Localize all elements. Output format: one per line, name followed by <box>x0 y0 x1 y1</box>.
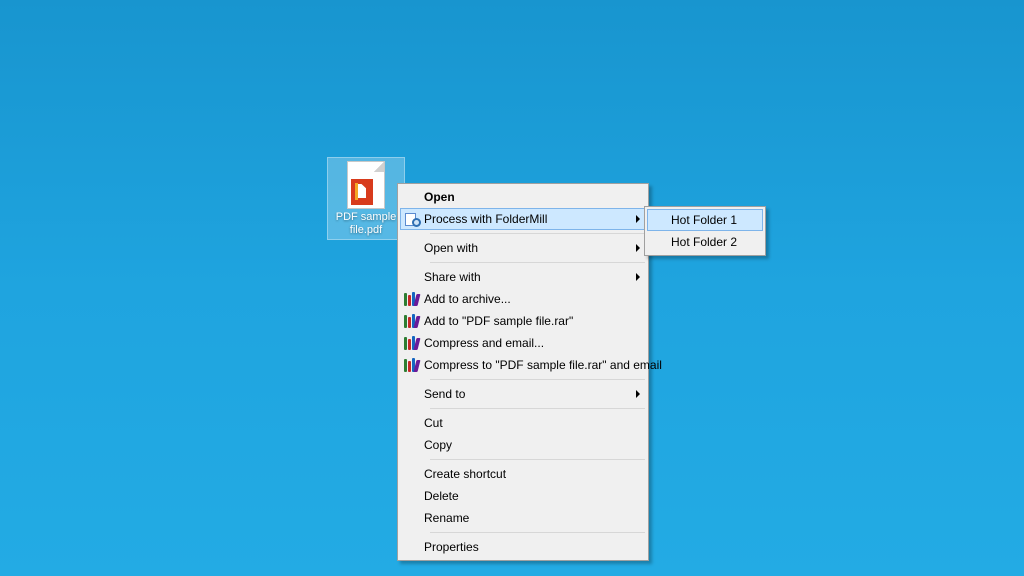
context-menu-item[interactable]: Send to <box>400 383 646 405</box>
context-menu-item[interactable]: Delete <box>400 485 646 507</box>
submenu-arrow-icon <box>636 244 640 252</box>
menu-separator <box>430 532 645 533</box>
desktop-file-label: PDF sample file.pdf <box>328 211 404 239</box>
menu-item-label: Compress and email... <box>424 336 646 350</box>
menu-item-label: Share with <box>424 270 646 284</box>
menu-item-label: Delete <box>424 489 646 503</box>
winrar-icon <box>404 358 420 372</box>
context-menu-item[interactable]: Add to "PDF sample file.rar" <box>400 310 646 332</box>
menu-item-label: Create shortcut <box>424 467 646 481</box>
context-menu[interactable]: Open Process with FolderMill Open with Shar… <box>397 183 649 561</box>
context-submenu-item[interactable]: Hot Folder 1 <box>647 209 763 231</box>
menu-item-label: Add to archive... <box>424 292 646 306</box>
context-menu-item[interactable]: Process with FolderMill <box>400 208 646 230</box>
context-menu-item[interactable]: Create shortcut <box>400 463 646 485</box>
menu-item-label: Send to <box>424 387 646 401</box>
menu-separator <box>430 408 645 409</box>
menu-item-label: Properties <box>424 540 646 554</box>
context-menu-item[interactable]: Compress and email... <box>400 332 646 354</box>
menu-item-label: Rename <box>424 511 646 525</box>
context-menu-item[interactable]: Open <box>400 186 646 208</box>
winrar-icon <box>404 314 420 328</box>
submenu-arrow-icon <box>636 215 640 223</box>
context-menu-item[interactable]: Open with <box>400 237 646 259</box>
menu-item-label: Compress to "PDF sample file.rar" and em… <box>424 358 680 372</box>
context-menu-item[interactable]: Rename <box>400 507 646 529</box>
menu-separator <box>430 233 645 234</box>
context-menu-item[interactable]: Copy <box>400 434 646 456</box>
menu-separator <box>430 459 645 460</box>
pdf-file-icon <box>347 161 385 209</box>
menu-separator <box>430 379 645 380</box>
winrar-icon <box>404 336 420 350</box>
menu-item-label: Process with FolderMill <box>424 212 646 226</box>
menu-item-label: Add to "PDF sample file.rar" <box>424 314 646 328</box>
menu-separator <box>430 262 645 263</box>
menu-item-label: Copy <box>424 438 646 452</box>
menu-item-label: Hot Folder 2 <box>671 235 763 249</box>
context-menu-item[interactable]: Add to archive... <box>400 288 646 310</box>
winrar-icon <box>404 292 420 306</box>
desktop-file-icon[interactable]: PDF sample file.pdf <box>328 158 404 239</box>
context-menu-item[interactable]: Share with <box>400 266 646 288</box>
context-menu-item[interactable]: Cut <box>400 412 646 434</box>
submenu-arrow-icon <box>636 390 640 398</box>
context-menu-item[interactable]: Compress to "PDF sample file.rar" and em… <box>400 354 646 376</box>
submenu-arrow-icon <box>636 273 640 281</box>
context-menu-item[interactable]: Properties <box>400 536 646 558</box>
context-submenu-item[interactable]: Hot Folder 2 <box>647 231 763 253</box>
menu-item-label: Open <box>424 190 646 204</box>
context-submenu[interactable]: Hot Folder 1 Hot Folder 2 <box>644 206 766 256</box>
menu-item-label: Hot Folder 1 <box>671 213 763 227</box>
foldermill-icon <box>404 212 420 226</box>
menu-item-label: Cut <box>424 416 646 430</box>
menu-item-label: Open with <box>424 241 646 255</box>
